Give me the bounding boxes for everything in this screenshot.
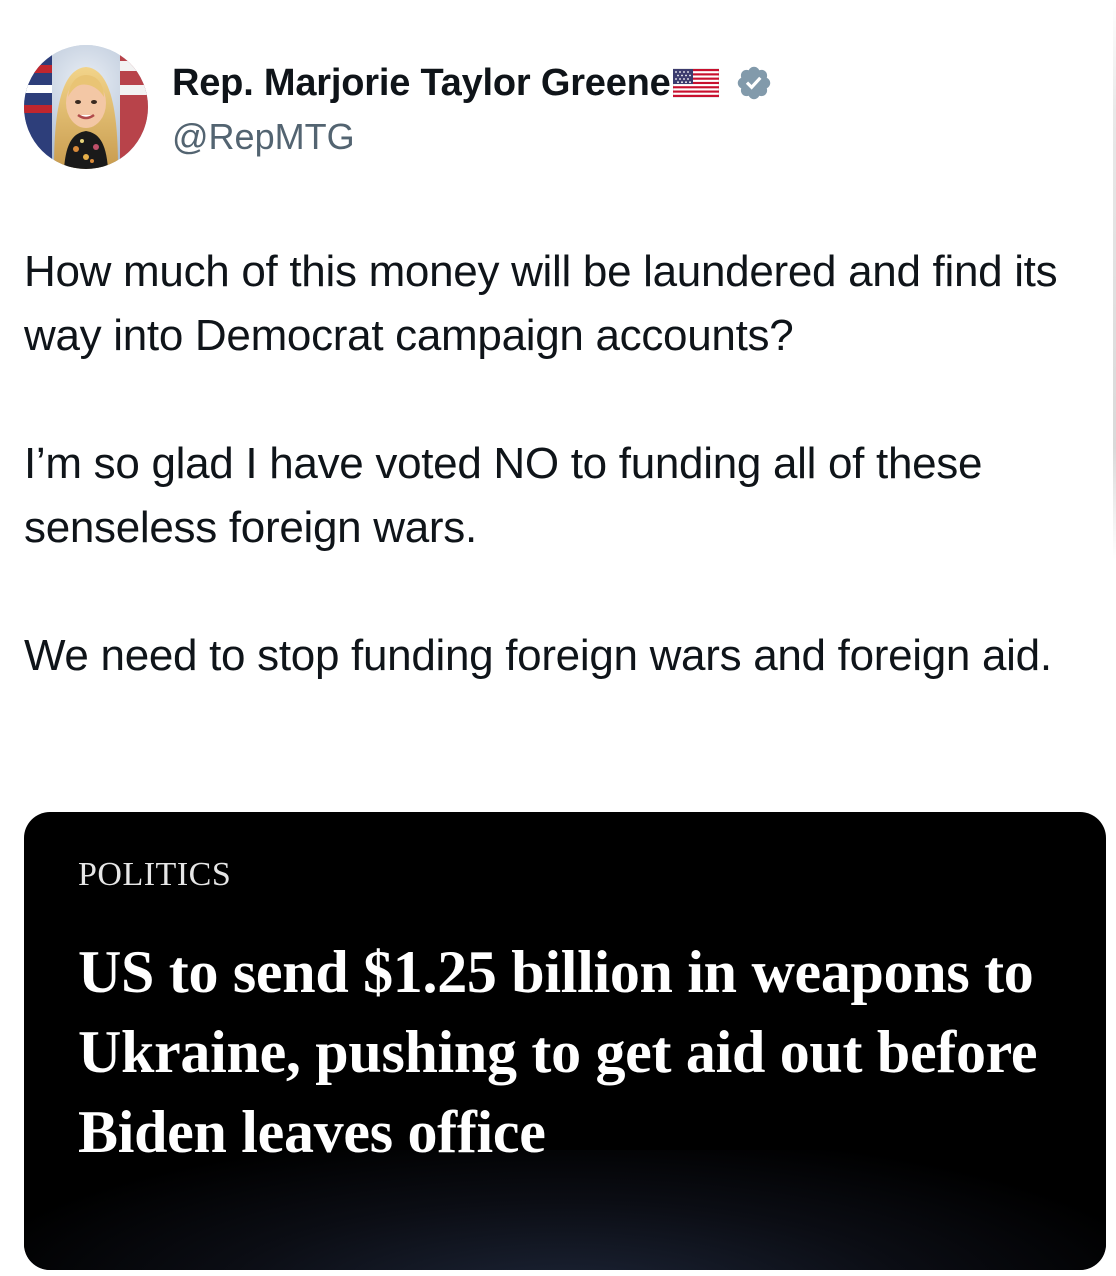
avatar-photo	[24, 45, 148, 169]
author-block: Rep. Marjorie Taylor Greene @RepMTG	[172, 58, 773, 158]
tweet: Rep. Marjorie Taylor Greene @RepMTG How …	[0, 0, 1116, 1276]
verified-icon[interactable]	[735, 64, 773, 102]
name-row: Rep. Marjorie Taylor Greene	[172, 58, 773, 108]
tweet-paragraph-3: We need to stop funding foreign wars and…	[24, 631, 1052, 680]
tweet-paragraph-2: I’m so glad I have voted NO to funding a…	[24, 439, 983, 552]
display-name[interactable]: Rep. Marjorie Taylor Greene	[172, 62, 671, 105]
link-card[interactable]: POLITICS US to send $1.25 billion in wea…	[24, 812, 1106, 1270]
handle[interactable]: @RepMTG	[172, 116, 773, 158]
tweet-paragraph-1: How much of this money will be laundered…	[24, 247, 1058, 360]
us-flag-icon	[672, 67, 719, 99]
card-headline: US to send $1.25 billion in weapons to U…	[78, 939, 1038, 1165]
card-category: POLITICS	[78, 856, 232, 893]
tweet-text: How much of this money will be laundered…	[24, 240, 1104, 688]
avatar[interactable]	[24, 45, 148, 169]
